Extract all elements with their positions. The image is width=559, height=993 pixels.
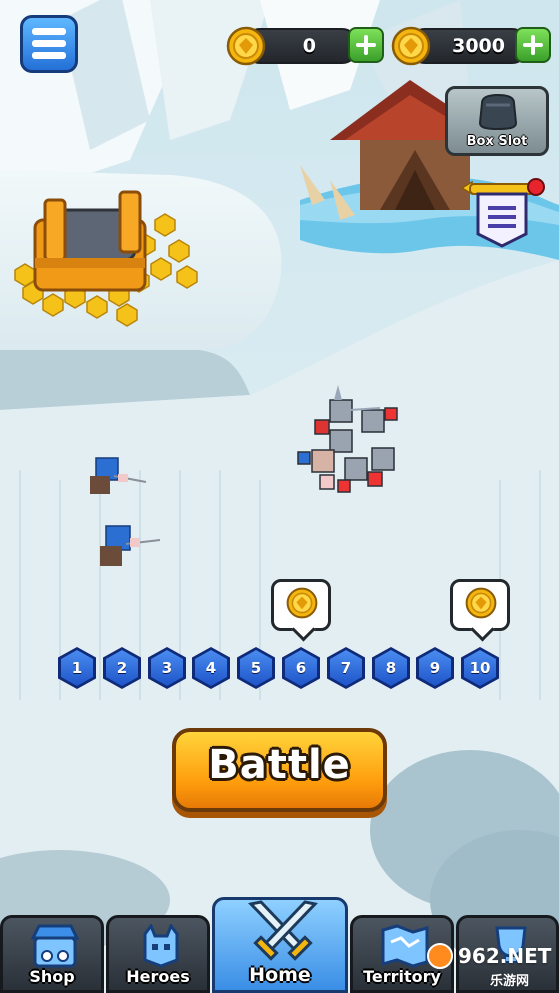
level-node-5[interactable]: 5: [237, 647, 275, 689]
tab-shop[interactable]: Shop: [0, 915, 104, 993]
level-node-7[interactable]: 7: [327, 647, 365, 689]
level-number: 1: [71, 659, 83, 677]
player-soldier-2: [100, 525, 161, 566]
box-slot-button[interactable]: Box Slot: [445, 86, 549, 156]
currency-counter-1: 0: [226, 26, 386, 66]
crossed-swords-icon: [248, 900, 318, 961]
hamburger-line: [32, 40, 66, 47]
gold-coin-icon: [226, 26, 266, 66]
tab-home[interactable]: Home: [212, 897, 348, 993]
level-number: 2: [116, 659, 128, 677]
level-number: 5: [250, 659, 262, 677]
currency-value: 3000: [452, 35, 505, 57]
currency-counter-2: 3000: [391, 26, 551, 66]
plus-icon-bar: [523, 43, 543, 47]
box-slot-label: Box Slot: [466, 134, 528, 149]
level-number: 7: [340, 659, 352, 677]
level-number: 9: [429, 659, 441, 677]
watermark-logo-icon: [427, 943, 453, 969]
level-node-3[interactable]: 3: [148, 647, 186, 689]
level-node-6[interactable]: 6: [282, 647, 320, 689]
tab-label: Heroes: [126, 967, 190, 986]
plus-icon-bar: [356, 43, 376, 47]
main-menu-button[interactable]: [20, 15, 78, 73]
level-number: 6: [295, 659, 307, 677]
scroll-list-icon: [460, 178, 545, 248]
level-number: 3: [161, 659, 173, 677]
site-watermark: 962.NET 乐游网: [420, 940, 559, 993]
hero-helmet-icon: [143, 924, 179, 968]
watermark-brand: 962.NET: [458, 944, 552, 968]
quest-scroll-button[interactable]: [460, 178, 546, 252]
level-node-9[interactable]: 9: [416, 647, 454, 689]
hamburger-line: [32, 52, 66, 59]
treasure-chest-icon: [14, 190, 198, 327]
level-node-1[interactable]: 1: [58, 647, 96, 689]
add-currency-button[interactable]: [348, 27, 384, 63]
level-node-8[interactable]: 8: [372, 647, 410, 689]
tab-heroes[interactable]: Heroes: [106, 915, 210, 993]
reward-bubble-level-10[interactable]: [450, 579, 512, 643]
level-node-10[interactable]: 10: [461, 647, 499, 689]
add-currency-button[interactable]: [515, 27, 551, 63]
tab-label: Home: [249, 964, 311, 986]
level-node-4[interactable]: 4: [192, 647, 230, 689]
gold-coin-icon: [391, 26, 431, 66]
level-number: 4: [205, 659, 217, 677]
box-silhouette-icon: [478, 93, 518, 131]
gold-coin-icon: [465, 587, 497, 619]
watermark-sub: 乐游网: [490, 974, 530, 989]
level-node-2[interactable]: 2: [103, 647, 141, 689]
level-number: 8: [385, 659, 397, 677]
hamburger-menu-icon: [32, 28, 66, 35]
battle-button-label: Battle: [208, 742, 351, 788]
shop-icon: [31, 924, 79, 968]
gold-coin-icon: [286, 587, 318, 619]
reward-bubble-level-6[interactable]: [271, 579, 333, 643]
player-soldier-1: [90, 457, 147, 494]
tab-label: Shop: [29, 967, 75, 986]
level-number: 10: [469, 659, 491, 677]
enemy-army-cluster: [297, 385, 398, 493]
battle-button[interactable]: Battle: [172, 728, 387, 812]
level-path: 1 2 3 4 5 6 7 8 9 10: [56, 647, 506, 689]
